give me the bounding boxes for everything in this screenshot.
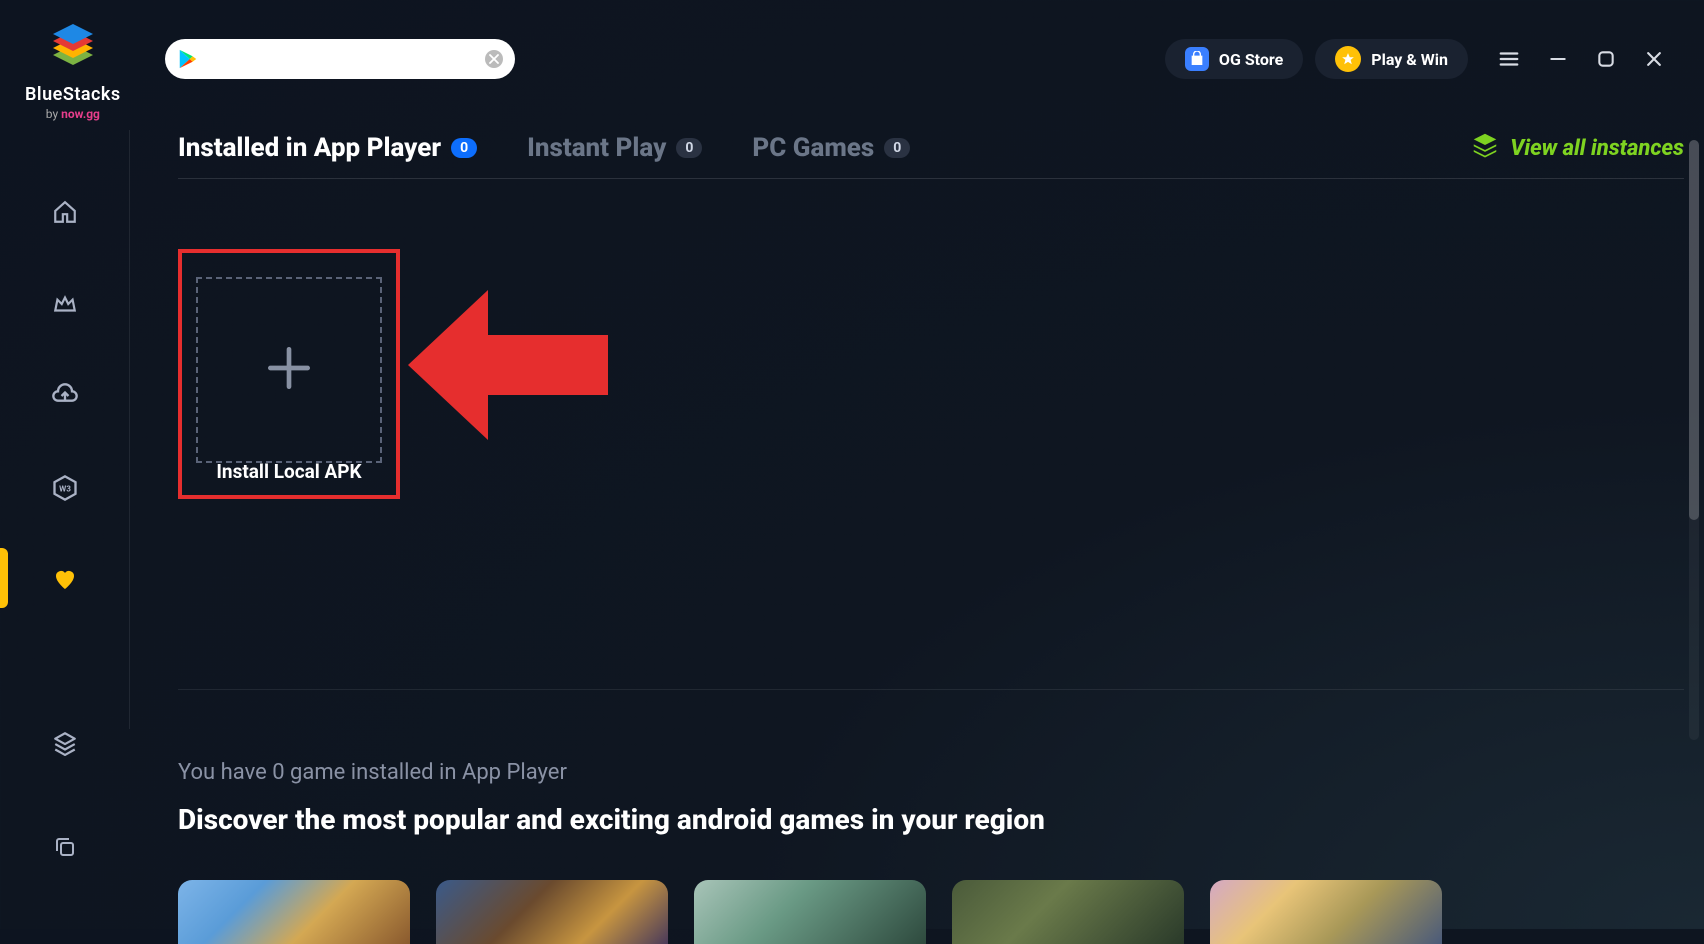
bottom-section: You have 0 game installed in App Player … — [178, 689, 1684, 944]
tab-instant-play[interactable]: Instant Play 0 — [527, 133, 702, 163]
sidebar-crown[interactable] — [43, 282, 87, 326]
tab-installed-app-player[interactable]: Installed in App Player 0 — [178, 133, 477, 163]
window-controls — [1498, 48, 1664, 70]
main-content: Installed in App Player 0 Instant Play 0… — [178, 130, 1684, 929]
logo-byline: by now.gg — [46, 107, 100, 121]
install-apk-label: Install Local APK — [216, 460, 361, 483]
installed-count-text: You have 0 game installed in App Player — [178, 760, 1684, 785]
scrollbar-thumb[interactable] — [1689, 140, 1699, 520]
og-store-label: OG Store — [1219, 50, 1283, 69]
sidebar-favorites[interactable] — [43, 558, 87, 602]
maximize-icon[interactable] — [1596, 49, 1616, 69]
tab-badge: 0 — [451, 138, 477, 158]
header: OG Store Play & Win — [165, 39, 1684, 79]
scrollbar[interactable] — [1689, 140, 1699, 740]
sidebar-w3[interactable]: W3 — [43, 466, 87, 510]
game-card[interactable] — [178, 880, 410, 944]
view-all-instances-link[interactable]: View all instances — [1470, 130, 1684, 166]
tab-badge: 0 — [676, 138, 702, 158]
game-card[interactable] — [694, 880, 926, 944]
sidebar-bottom — [0, 721, 130, 869]
game-card[interactable] — [1210, 880, 1442, 944]
search-bar[interactable] — [165, 39, 515, 79]
google-play-icon — [177, 48, 199, 70]
tab-pc-games[interactable]: PC Games 0 — [752, 133, 910, 163]
plus-icon — [261, 340, 317, 400]
game-card[interactable] — [436, 880, 668, 944]
svg-text:W3: W3 — [59, 484, 71, 494]
apk-dropzone[interactable] — [196, 277, 382, 463]
highlight-arrow-icon — [398, 280, 618, 454]
close-icon[interactable] — [1644, 49, 1664, 69]
hamburger-menu-icon[interactable] — [1498, 48, 1520, 70]
bluestacks-logo-icon — [43, 20, 103, 80]
active-indicator — [0, 548, 8, 608]
logo-text: BlueStacks — [25, 84, 121, 105]
sidebar-divider — [129, 130, 130, 729]
sidebar-copy[interactable] — [43, 825, 87, 869]
discover-title: Discover the most popular and exciting a… — [178, 803, 1684, 836]
search-input[interactable] — [199, 51, 485, 67]
shopping-bag-icon — [1185, 47, 1209, 71]
minimize-icon[interactable] — [1548, 49, 1568, 69]
play-win-label: Play & Win — [1371, 50, 1448, 69]
game-card[interactable] — [952, 880, 1184, 944]
layers-icon — [1470, 130, 1500, 166]
sidebar-layers[interactable] — [43, 721, 87, 765]
game-row — [178, 880, 1684, 944]
install-local-apk-card[interactable]: Install Local APK — [178, 249, 400, 499]
og-store-button[interactable]: OG Store — [1165, 39, 1303, 79]
star-icon — [1335, 46, 1361, 72]
play-win-button[interactable]: Play & Win — [1315, 39, 1468, 79]
search-clear-icon[interactable] — [485, 50, 503, 68]
logo-area: BlueStacks by now.gg — [25, 20, 121, 121]
tab-badge: 0 — [884, 138, 910, 158]
tabs-row: Installed in App Player 0 Instant Play 0… — [178, 130, 1684, 179]
sidebar-home[interactable] — [43, 190, 87, 234]
sidebar-cloud[interactable] — [43, 374, 87, 418]
